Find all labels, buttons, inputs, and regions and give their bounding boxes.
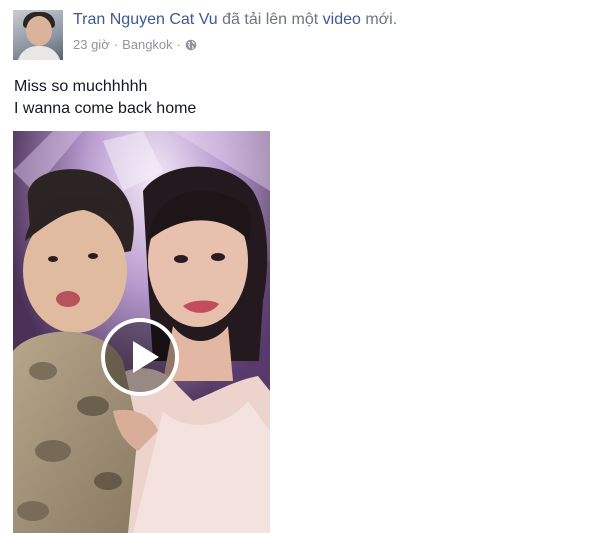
- post-location[interactable]: Bangkok: [122, 37, 173, 52]
- action-text: đã tải lên một: [222, 11, 319, 28]
- avatar-shirt: [17, 46, 61, 60]
- video-link[interactable]: video: [323, 11, 361, 28]
- meta-separator: ·: [113, 37, 119, 52]
- avatar[interactable]: [13, 10, 63, 60]
- action-suffix: mới.: [365, 11, 398, 28]
- globe-icon[interactable]: [185, 39, 197, 51]
- post-title-line: Tran Nguyen Cat Vu đã tải lên một video …: [73, 11, 397, 29]
- post-text-line: I wanna come back home: [14, 100, 197, 117]
- post-text: Miss so muchhhhh I wanna come back home: [14, 76, 196, 120]
- post-header: Tran Nguyen Cat Vu đã tải lên một video …: [13, 10, 583, 60]
- author-name[interactable]: Tran Nguyen Cat Vu: [73, 11, 218, 28]
- post-meta: 23 giờ · Bangkok ·: [73, 37, 197, 52]
- video-player[interactable]: [13, 131, 270, 533]
- post-text-line: Miss so muchhhhh: [14, 78, 148, 95]
- avatar-face: [26, 16, 52, 46]
- play-button[interactable]: [101, 318, 179, 396]
- post-timestamp[interactable]: 23 giờ: [73, 37, 110, 52]
- meta-separator: ·: [176, 37, 181, 52]
- play-icon: [133, 341, 159, 373]
